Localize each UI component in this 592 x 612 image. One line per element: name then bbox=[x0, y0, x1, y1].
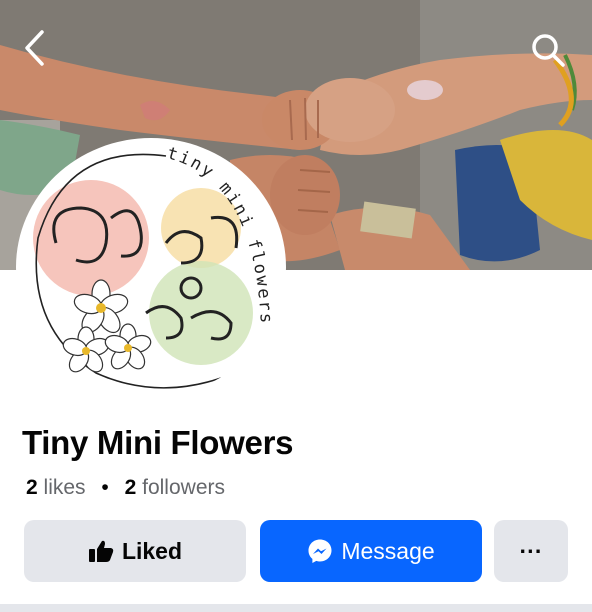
flower-icon bbox=[62, 279, 152, 373]
more-options-button[interactable]: ··· bbox=[494, 520, 568, 582]
message-label: Message bbox=[341, 537, 435, 564]
search-button[interactable] bbox=[528, 30, 568, 70]
page-title: Tiny Mini Flowers bbox=[22, 424, 294, 461]
back-button[interactable] bbox=[18, 28, 54, 68]
chevron-left-icon bbox=[25, 30, 44, 66]
liked-label: Liked bbox=[121, 537, 183, 564]
likes-count: 2 bbox=[26, 476, 38, 499]
search-icon bbox=[532, 34, 565, 67]
more-horizontal-icon: ··· bbox=[519, 537, 543, 564]
section-divider bbox=[0, 604, 592, 612]
likes-label[interactable]: likes bbox=[44, 476, 86, 499]
page-stats: 2 likes • 2 followers bbox=[26, 476, 225, 500]
followers-count: 2 bbox=[124, 476, 137, 499]
liked-button[interactable]: Liked bbox=[24, 520, 246, 582]
message-button[interactable]: Message bbox=[260, 520, 482, 582]
tiny-mini-flowers-logo: tiny mini flowers bbox=[33, 143, 274, 389]
messenger-icon bbox=[307, 538, 333, 564]
followers-label[interactable]: followers bbox=[142, 476, 225, 499]
stats-separator: • bbox=[101, 476, 109, 499]
thumbs-up-icon bbox=[88, 539, 114, 563]
profile-picture[interactable]: tiny mini flowers bbox=[16, 138, 286, 396]
